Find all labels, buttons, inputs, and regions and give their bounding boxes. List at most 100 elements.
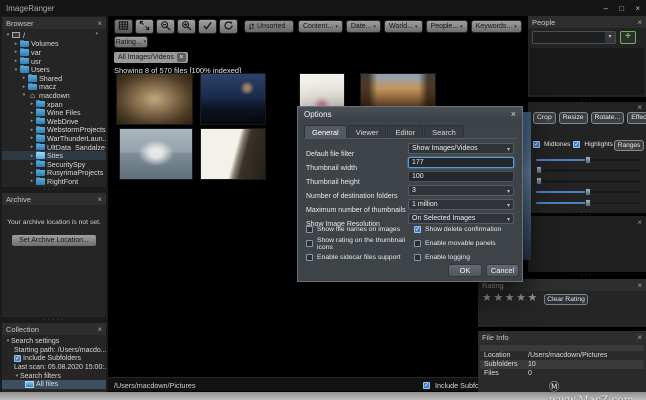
fullscreen-button[interactable] (135, 19, 154, 34)
minimize-button[interactable]: – (604, 4, 608, 13)
slider-handle[interactable] (585, 199, 591, 207)
expander-icon[interactable]: ▾ (13, 67, 19, 73)
tab-viewer[interactable]: Viewer (348, 125, 387, 139)
sort-dropdown[interactable]: Unsorted (244, 20, 294, 33)
date-button[interactable]: Date...▾ (346, 20, 381, 33)
remove-filter-icon[interactable]: × (177, 53, 186, 62)
slider-handle[interactable] (536, 166, 542, 174)
world-button[interactable]: World...▾ (384, 20, 423, 33)
collection-item-include-subfolders[interactable]: ✓Include Subfolders (2, 354, 106, 363)
active-filter-chip[interactable]: All Images/Videos × (114, 52, 188, 63)
maximum-number-of-thumbnails-dropdown[interactable]: 1 million▾ (408, 199, 514, 210)
thumbnail-mountain-lake[interactable] (119, 128, 193, 180)
thumbnail-width-input[interactable]: 177 (408, 157, 514, 168)
number-of-destination-folders-dropdown[interactable]: 3▾ (408, 185, 514, 196)
close-icon[interactable]: × (637, 281, 642, 290)
select-check-button[interactable] (198, 19, 217, 34)
slider-handle[interactable] (536, 177, 542, 185)
show-delete-confirmation-checkbox[interactable]: ✓Show delete confirmation (414, 226, 514, 233)
clear-rating-button[interactable]: Clear Rating (544, 294, 588, 305)
close-icon[interactable]: × (637, 218, 642, 227)
star-icon[interactable]: ★ (516, 292, 527, 304)
effects-button[interactable]: Effects... (627, 112, 646, 124)
expander-icon[interactable]: ▸ (29, 144, 35, 150)
set-archive-location-button[interactable]: Set Archive Location... (11, 234, 97, 247)
collection-item-search-filters[interactable]: ▾Search filters (2, 372, 106, 381)
highlights-checkbox[interactable]: ✓Highlights (573, 141, 613, 148)
tree-item-ultdata-sandalze[interactable]: ▸UltData_Sandalze (2, 143, 106, 152)
enable-logging-checkbox[interactable]: Enable logging (414, 254, 514, 261)
adjustment-slider[interactable] (536, 187, 640, 196)
expander-icon[interactable]: ▸ (29, 178, 35, 184)
checkbox-icon[interactable]: ✓ (14, 355, 21, 362)
thumbnail-white-abstract[interactable] (200, 128, 266, 180)
people-button[interactable]: People...▾ (426, 20, 468, 33)
star-icon[interactable]: ★ (493, 292, 504, 304)
adjustment-slider[interactable] (536, 198, 640, 207)
expander-icon[interactable]: ▸ (29, 170, 35, 176)
tree-item-sites[interactable]: ▸Sites (2, 151, 106, 160)
tree-item-shared[interactable]: ▸Shared (2, 74, 106, 83)
show-file-names-on-images-checkbox[interactable]: Show file names on images (306, 226, 412, 233)
add-person-button[interactable]: + (620, 31, 636, 44)
expander-icon[interactable]: ▸ (29, 118, 35, 124)
midtones-checkbox[interactable]: ✓Midtones (533, 141, 570, 148)
tree-item-securityspy[interactable]: ▸SecuritySpy (2, 160, 106, 169)
collection-item-all-files[interactable]: All files (2, 380, 106, 389)
collection-item-search-settings[interactable]: ▾Search settings (2, 337, 106, 346)
cancel-button[interactable]: Cancel (486, 264, 519, 277)
keywords-button[interactable]: Keywords...▾ (471, 20, 522, 33)
slider-handle[interactable] (585, 188, 591, 196)
tab-general[interactable]: General (304, 125, 347, 139)
expander-icon[interactable]: ▾ (21, 92, 27, 98)
zoom-out-button[interactable] (156, 19, 175, 34)
slider-handle[interactable] (585, 156, 591, 164)
thumbnail-venice-gondolas-night[interactable] (200, 73, 266, 125)
expander-icon[interactable]: ▸ (29, 101, 35, 107)
zoom-in-button[interactable] (177, 19, 196, 34)
expander-icon[interactable]: ▸ (21, 84, 27, 90)
resize-button[interactable]: Resize (559, 112, 588, 124)
default-file-filter-dropdown[interactable]: Show Images/Videos▾ (408, 143, 514, 154)
tree-item-xpan[interactable]: ▸xpan (2, 100, 106, 109)
content-button[interactable]: Content...▾ (298, 20, 343, 33)
enable-movable-panels-checkbox[interactable]: Enable movable panels (414, 237, 514, 251)
tree-item-volumes[interactable]: ▸Volumes (2, 40, 106, 49)
show-rating-on-the-thumbnail-icons-checkbox[interactable]: Show rating on the thumbnail icons (306, 237, 412, 251)
expander-icon[interactable]: ▸ (21, 75, 27, 81)
maximize-button[interactable]: □ (619, 4, 624, 13)
thumbnail-height-input[interactable]: 100 (408, 171, 514, 182)
close-icon[interactable]: × (637, 18, 642, 27)
close-icon[interactable]: × (97, 325, 102, 334)
expander-icon[interactable]: ▸ (29, 135, 35, 141)
panel-splitter[interactable]: ··· (528, 273, 646, 278)
tree-item-macdown[interactable]: ▾⌂macdown (2, 91, 106, 100)
expander-icon[interactable]: ▸ (13, 58, 19, 64)
tree-item-warthunderlaun[interactable]: ▸WarThunderLaun... (2, 134, 106, 143)
expander-icon[interactable]: ▸ (29, 110, 35, 116)
tree-item-rightfont[interactable]: ▸RightFont (2, 177, 106, 186)
tree-item-webstormprojects[interactable]: ▸WebstormProjects (2, 126, 106, 135)
expander-icon[interactable]: ▸ (13, 41, 19, 47)
tree-item-rusyrimaprojects[interactable]: ▸RusyrimaProjects (2, 169, 106, 178)
close-icon[interactable]: × (637, 333, 642, 342)
refresh-button[interactable] (219, 19, 238, 34)
star-icon[interactable]: ★ (482, 292, 493, 304)
adjustment-slider[interactable] (536, 155, 640, 164)
tree-item-macz[interactable]: ▸macz (2, 83, 106, 92)
close-icon[interactable]: × (97, 19, 102, 28)
thumbnail-antique-map[interactable] (116, 73, 193, 125)
grid-view-button[interactable] (114, 19, 133, 34)
rotate-button[interactable]: Rotate... (591, 112, 625, 124)
panel-splitter[interactable]: ····· (0, 187, 108, 192)
star-icon[interactable]: ★ (528, 292, 539, 304)
checkbox-icon[interactable]: ✓ (423, 382, 430, 389)
expander-icon[interactable]: ▸ (29, 127, 35, 133)
star-icon[interactable]: ★ (505, 292, 516, 304)
tree-item-root[interactable]: ▾/ (2, 31, 106, 40)
tree-item-webdrive[interactable]: ▸WebDrive (2, 117, 106, 126)
ok-button[interactable]: OK (448, 264, 482, 277)
adjustment-slider[interactable] (536, 177, 640, 186)
enable-sidecar-files-support-checkbox[interactable]: Enable sidecar files support (306, 254, 412, 261)
crop-button[interactable]: Crop (533, 112, 556, 124)
